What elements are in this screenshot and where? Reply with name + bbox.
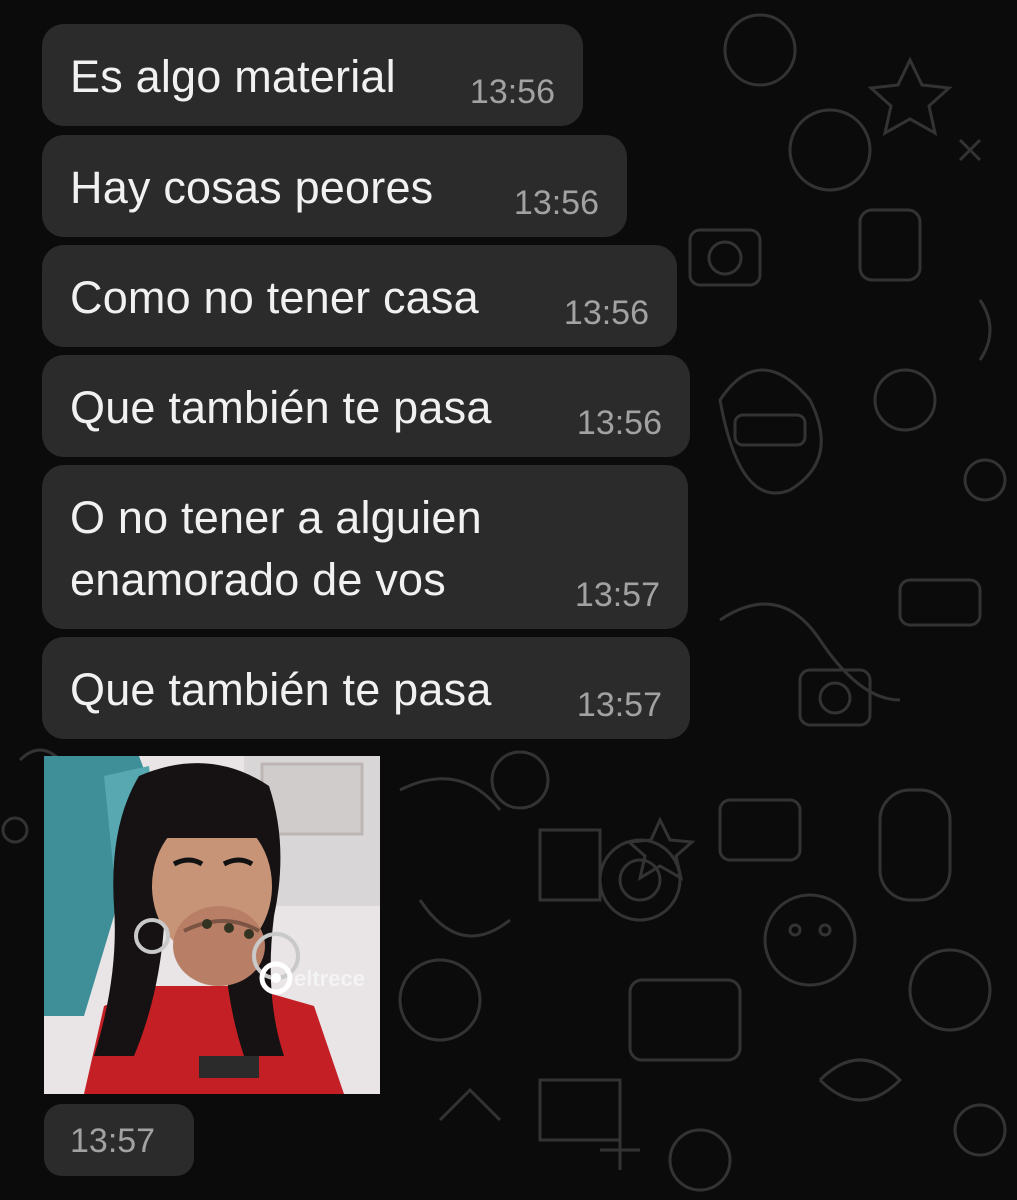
- message-bubble[interactable]: Que también te pasa 13:57: [42, 637, 690, 739]
- message-bubble[interactable]: Hay cosas peores 13:56: [42, 135, 627, 237]
- chat-thread[interactable]: Es algo material 13:56 Hay cosas peores …: [0, 0, 1017, 1200]
- message-time: 13:56: [563, 294, 649, 332]
- message-text: Como no tener casa: [70, 272, 479, 323]
- message-bubble[interactable]: O no tener a alguien enamorado de vos 13…: [42, 465, 688, 629]
- message-time: 13:57: [576, 686, 662, 724]
- message-time: 13:56: [469, 73, 555, 111]
- message-text-line2: enamorado de vos: [70, 554, 446, 605]
- message-text: Es algo material: [70, 51, 396, 102]
- message-text-line1: O no tener a alguien: [70, 492, 482, 543]
- message-time: 13:56: [576, 404, 662, 442]
- watermark-text: eltrece: [294, 966, 365, 991]
- message-bubble[interactable]: Como no tener casa 13:56: [42, 245, 677, 347]
- message-bubble[interactable]: Es algo material 13:56: [42, 24, 583, 126]
- message-time: 13:57: [70, 1122, 156, 1160]
- sticker-time-badge: 13:57: [44, 1104, 194, 1176]
- sticker-illustration: eltrece: [44, 756, 380, 1094]
- message-text: Que también te pasa: [70, 664, 492, 715]
- message-bubble[interactable]: Que también te pasa 13:56: [42, 355, 690, 457]
- message-text: Que también te pasa: [70, 382, 492, 433]
- message-text: Hay cosas peores: [70, 162, 434, 213]
- message-time: 13:56: [513, 184, 599, 222]
- sticker-image[interactable]: eltrece: [44, 756, 380, 1094]
- message-time: 13:57: [574, 576, 660, 614]
